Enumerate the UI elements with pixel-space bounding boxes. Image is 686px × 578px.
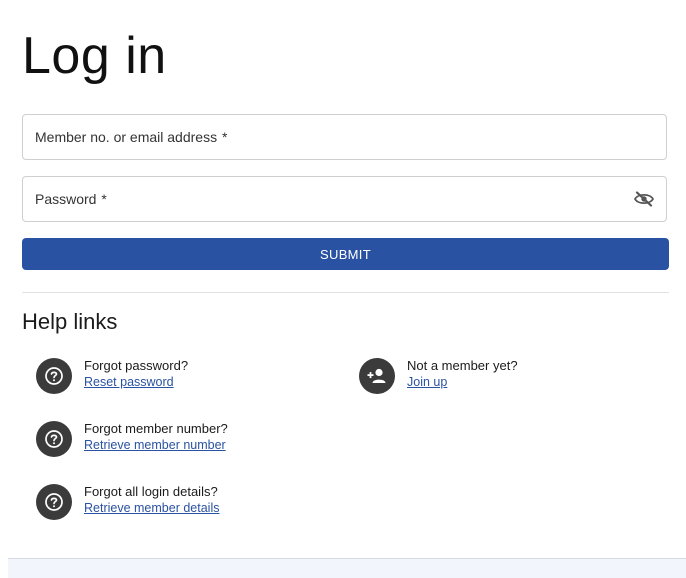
retrieve-member-details-link[interactable]: Retrieve member details <box>84 500 219 517</box>
add-person-icon <box>359 358 395 394</box>
help-question: Forgot password? <box>84 358 189 373</box>
member-number-label: Member no. or email address * <box>35 129 228 145</box>
divider <box>22 292 669 293</box>
help-item-not-a-member: Not a member yet? Join up <box>359 358 518 394</box>
question-circle-icon <box>36 358 72 394</box>
question-circle-icon <box>36 421 72 457</box>
question-circle-icon <box>36 484 72 520</box>
member-number-field[interactable]: Member no. or email address * <box>22 114 667 160</box>
join-up-link[interactable]: Join up <box>407 374 518 391</box>
reset-password-link[interactable]: Reset password <box>84 374 188 391</box>
help-item-forgot-member-number: Forgot member number? Retrieve member nu… <box>36 421 228 457</box>
eye-off-icon[interactable] <box>633 191 655 207</box>
help-item-forgot-password: Forgot password? Reset password <box>36 358 188 394</box>
page-title: Log in <box>22 27 167 85</box>
password-field[interactable]: Password * <box>22 176 667 222</box>
retrieve-member-number-link[interactable]: Retrieve member number <box>84 437 228 454</box>
help-question: Forgot all login details? <box>84 484 218 499</box>
help-item-forgot-all-details: Forgot all login details? Retrieve membe… <box>36 484 219 520</box>
help-links-title: Help links <box>22 309 118 334</box>
password-label: Password * <box>35 191 107 207</box>
help-question: Not a member yet? <box>407 358 518 373</box>
footer-band <box>8 558 686 578</box>
help-question: Forgot member number? <box>84 421 228 436</box>
submit-button[interactable]: SUBMIT <box>22 238 669 270</box>
